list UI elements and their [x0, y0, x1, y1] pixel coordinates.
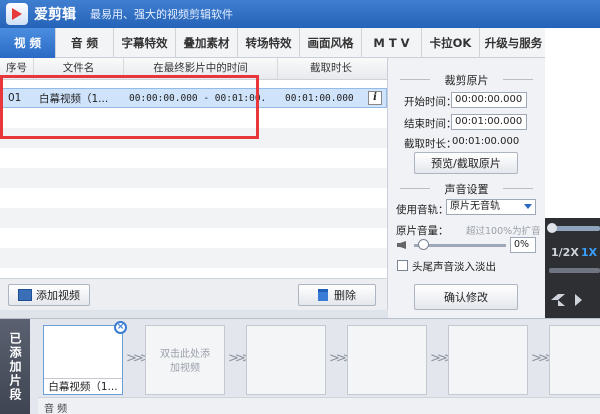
empty-clip-slot[interactable]	[549, 325, 600, 395]
end-time-label: 结束时间：	[404, 118, 457, 130]
tab-subtitle-effects[interactable]: 字幕特效	[114, 28, 176, 58]
table-row	[0, 148, 387, 168]
volume-slider-handle[interactable]	[418, 239, 429, 250]
rewind-icon[interactable]	[551, 294, 565, 306]
audio-track-strip: 音 频	[38, 397, 600, 414]
add-video-button[interactable]: 添加视频	[8, 284, 90, 306]
speed-half-button[interactable]: 1/2X	[551, 246, 579, 259]
empty-clip-slot[interactable]	[448, 325, 528, 395]
delete-label: 删除	[334, 289, 356, 302]
empty-clip-slot[interactable]	[347, 325, 427, 395]
tab-video[interactable]: 视 频	[0, 28, 56, 58]
col-duration[interactable]: 截取时长	[278, 58, 384, 80]
chevron-down-icon	[524, 204, 532, 209]
main-tab-bar: 视 频 音 频 字幕特效 叠加素材 转场特效 画面风格 M T V 卡拉OK 升…	[0, 28, 600, 58]
start-time-input[interactable]: 00:00:00.000	[451, 92, 527, 108]
tab-overlay[interactable]: 叠加素材	[176, 28, 238, 58]
fast-forward-icon[interactable]	[575, 294, 582, 306]
progress-handle[interactable]	[547, 223, 557, 233]
confirm-button[interactable]: 确认修改	[414, 284, 518, 310]
add-video-label: 添加视频	[36, 289, 80, 302]
volume-hint: 超过100%为扩音	[466, 226, 541, 237]
chevron-right-icon: >>>	[126, 351, 151, 366]
info-icon[interactable]: i	[368, 91, 382, 105]
speed-slider-track[interactable]	[549, 268, 600, 273]
table-row	[0, 208, 387, 228]
audio-track-value: 原片无音轨	[450, 201, 500, 212]
clip-settings-panel: 裁剪原片 开始时间： 00:00:00.000 结束时间： 00:01:00.0…	[388, 58, 545, 318]
speed-1x-button[interactable]: 1X	[581, 246, 597, 259]
title-bar: 爱剪辑 最易用、强大的视频剪辑软件	[0, 0, 600, 28]
app-slogan: 最易用、强大的视频剪辑软件	[90, 8, 233, 21]
player-controls: 1/2X 1X	[545, 218, 600, 318]
table-row	[0, 188, 387, 208]
audio-section-title: 声音设置	[388, 181, 545, 197]
table-row	[0, 168, 387, 188]
start-time-label: 开始时间：	[404, 96, 457, 108]
cut-section-title: 裁剪原片	[388, 72, 545, 88]
cut-duration-value: 00:01:00.000	[452, 136, 520, 147]
clip-thumbnail[interactable]: 白幕视频（1... ×	[43, 321, 127, 395]
clip-list-toolbar: 添加视频 删除	[0, 278, 388, 310]
end-time-input[interactable]: 00:01:00.000	[451, 114, 527, 130]
added-clips-tab[interactable]: 已添加片段	[0, 319, 30, 414]
red-highlight-annotation	[0, 75, 259, 139]
table-row	[0, 248, 387, 268]
speaker-mute-icon[interactable]	[397, 241, 406, 249]
volume-input[interactable]: 0%	[510, 237, 536, 253]
film-add-icon	[18, 289, 32, 301]
empty-clip-slot[interactable]	[246, 325, 326, 395]
audio-track-label: 使用音轨：	[396, 204, 449, 216]
fade-checkbox[interactable]	[397, 260, 408, 271]
delete-button[interactable]: 删除	[298, 284, 376, 306]
preview-cut-button[interactable]: 预览/截取原片	[414, 152, 518, 174]
tab-transition[interactable]: 转场特效	[238, 28, 300, 58]
close-icon[interactable]: ×	[114, 321, 127, 334]
cut-duration-label: 截取时长：	[404, 138, 457, 150]
row-duration: 00:01:00.000	[285, 92, 354, 104]
added-clips-panel: 已添加片段 白幕视频（1... × >>> 双击此处添加视频 >>> >>> >…	[0, 318, 600, 414]
fade-label: 头尾声音淡入淡出	[412, 261, 496, 273]
tab-upgrade-service[interactable]: 升级与服务	[480, 28, 548, 58]
app-name: 爱剪辑	[34, 7, 76, 23]
tab-karaoke[interactable]: 卡拉OK	[422, 28, 480, 58]
tab-audio[interactable]: 音 频	[56, 28, 114, 58]
audio-strip-label: 音 频	[44, 404, 68, 414]
trash-icon	[318, 289, 328, 301]
empty-clip-hint: 双击此处添加视频	[160, 349, 210, 374]
clip-thumbnail-label: 白幕视频（1...	[44, 378, 122, 394]
table-row	[0, 228, 387, 248]
volume-label: 原片音量：	[396, 225, 449, 237]
audio-track-select[interactable]: 原片无音轨	[446, 199, 536, 215]
empty-clip-slot[interactable]: 双击此处添加视频	[145, 325, 225, 395]
app-logo-icon	[6, 3, 28, 25]
tab-picture-style[interactable]: 画面风格	[300, 28, 362, 58]
tab-mtv[interactable]: M T V	[362, 28, 422, 58]
